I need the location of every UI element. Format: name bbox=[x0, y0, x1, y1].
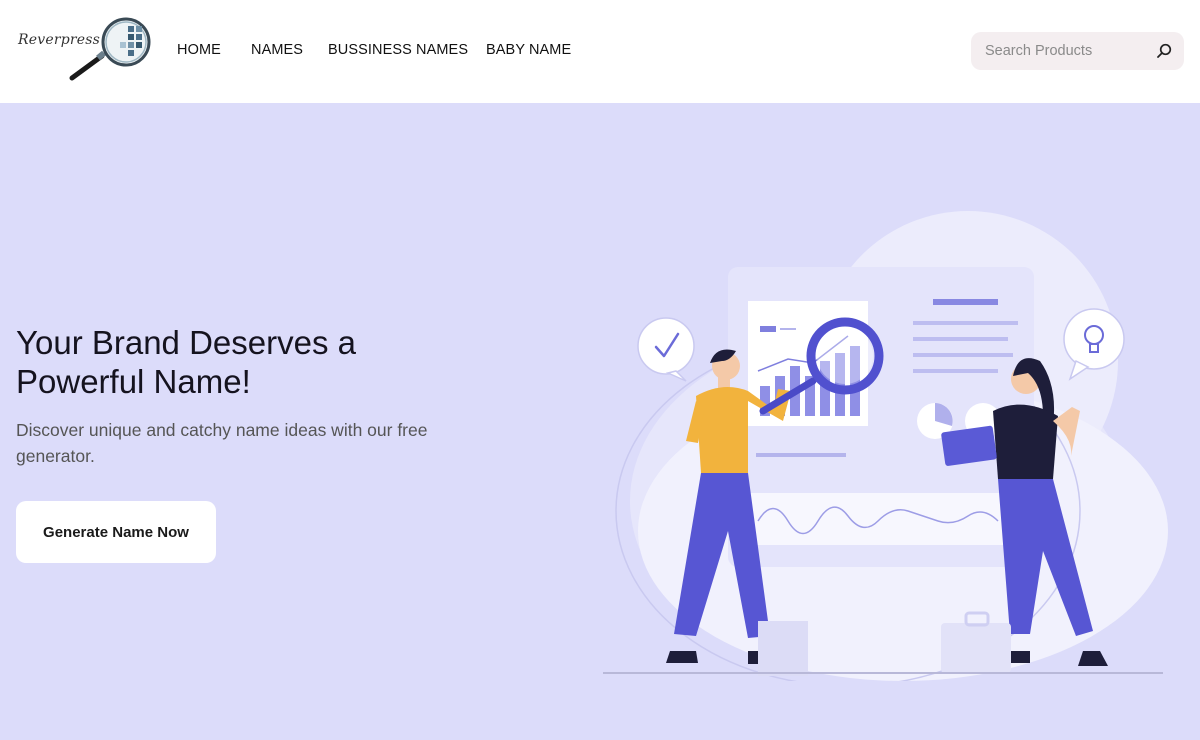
idea-bubble bbox=[1063, 308, 1125, 370]
search-icon[interactable] bbox=[1156, 43, 1172, 59]
nav-baby-name[interactable]: BABY NAME bbox=[486, 42, 571, 58]
magnifier-logo-icon bbox=[69, 17, 151, 81]
nav-names[interactable]: NAMES bbox=[251, 42, 303, 58]
hero-title: Your Brand Deserves a Powerful Name! bbox=[16, 324, 356, 400]
search-input[interactable] bbox=[971, 32, 1151, 70]
site-logo[interactable]: Reverpress bbox=[14, 16, 154, 86]
generate-name-button[interactable]: Generate Name Now bbox=[16, 501, 216, 563]
search-box bbox=[971, 32, 1184, 70]
hero-section: Your Brand Deserves a Powerful Name! Dis… bbox=[0, 103, 1200, 740]
text-line bbox=[933, 299, 998, 305]
hero-subtitle: Discover unique and catchy name ideas wi… bbox=[16, 420, 428, 466]
check-bubble bbox=[637, 317, 695, 375]
site-header: Reverpress HOME NAMES BUSSINESS NAMES BA… bbox=[0, 0, 1200, 103]
hero-illustration bbox=[603, 211, 1168, 681]
nav-home[interactable]: HOME bbox=[177, 42, 221, 58]
tablet-icon bbox=[941, 425, 997, 466]
briefcase-icon bbox=[941, 623, 1011, 673]
nav-business-names[interactable]: BUSSINESS NAMES bbox=[328, 42, 468, 58]
